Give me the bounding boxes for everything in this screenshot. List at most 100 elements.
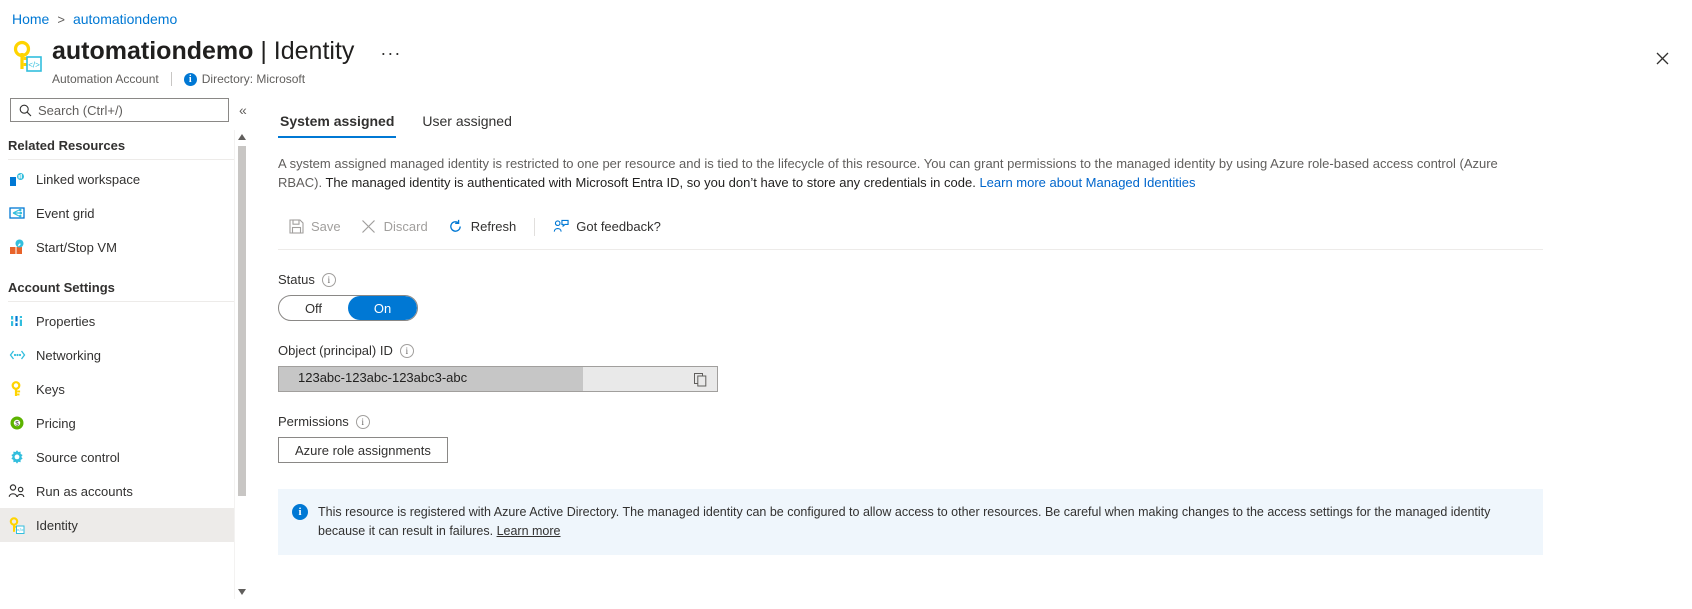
save-icon bbox=[288, 219, 304, 235]
sidebar-item-label: Identity bbox=[36, 518, 78, 533]
sidebar-item-linked-workspace[interactable]: Linked workspace bbox=[0, 162, 248, 196]
status-label-row: Status i bbox=[278, 272, 1692, 287]
page-title-pipe: | bbox=[253, 37, 273, 65]
svg-text:</>: </> bbox=[17, 527, 24, 532]
sidebar-scrollbar[interactable] bbox=[234, 130, 248, 599]
close-blade-button[interactable] bbox=[1648, 44, 1676, 72]
start-stop-vm-icon bbox=[8, 238, 26, 256]
sidebar-item-properties[interactable]: Properties bbox=[0, 304, 248, 338]
blade-body: « Related Resources Linked workspace bbox=[0, 92, 1692, 599]
refresh-label: Refresh bbox=[471, 219, 517, 234]
page-title: automationdemo | Identity bbox=[52, 36, 354, 66]
got-feedback-button[interactable]: Got feedback? bbox=[543, 212, 671, 242]
object-id-info-icon[interactable]: i bbox=[400, 344, 414, 358]
sidebar-item-label: Keys bbox=[36, 382, 65, 397]
refresh-button[interactable]: Refresh bbox=[438, 212, 527, 242]
sidebar-item-label: Event grid bbox=[36, 206, 95, 221]
status-toggle[interactable]: Off On bbox=[278, 295, 418, 321]
sidebar-item-event-grid[interactable]: Event grid bbox=[0, 196, 248, 230]
banner-text: This resource is registered with Azure A… bbox=[318, 505, 1490, 538]
tab-system-assigned[interactable]: System assigned bbox=[278, 113, 396, 138]
page-subtitle: Automation Account i Directory: Microsof… bbox=[52, 70, 354, 88]
pricing-icon: $ bbox=[8, 414, 26, 432]
permissions-label: Permissions bbox=[278, 414, 349, 429]
resource-type-label: Automation Account bbox=[52, 72, 159, 86]
identity-icon: </> bbox=[8, 516, 26, 534]
copy-object-id-button[interactable] bbox=[683, 367, 717, 391]
event-grid-icon bbox=[8, 204, 26, 222]
sidebar-item-pricing[interactable]: $ Pricing bbox=[0, 406, 248, 440]
sidebar-item-networking[interactable]: Networking bbox=[0, 338, 248, 372]
sidebar-search-row: « bbox=[0, 92, 248, 122]
sidebar-item-start-stop-vm[interactable]: Start/Stop VM bbox=[0, 230, 248, 264]
object-id-label: Object (principal) ID bbox=[278, 343, 393, 358]
discard-icon bbox=[361, 219, 377, 235]
status-toggle-off-option[interactable]: Off bbox=[279, 296, 348, 320]
breadcrumb-home-link[interactable]: Home bbox=[12, 11, 49, 27]
sidebar-item-source-control[interactable]: Source control bbox=[0, 440, 248, 474]
status-label: Status bbox=[278, 272, 315, 287]
sidebar-divider bbox=[8, 159, 238, 160]
banner-info-icon: i bbox=[292, 504, 308, 520]
sidebar-item-label: Pricing bbox=[36, 416, 76, 431]
page-title-section: Identity bbox=[274, 37, 355, 65]
object-id-field[interactable]: 123abc-123abc-123abc3-abc bbox=[278, 366, 718, 392]
scroll-down-arrow-icon[interactable] bbox=[235, 585, 248, 599]
got-feedback-label: Got feedback? bbox=[576, 219, 661, 234]
page-title-resource: automationdemo bbox=[52, 37, 253, 65]
sidebar-item-label: Linked workspace bbox=[36, 172, 140, 187]
identity-tabs: System assigned User assigned bbox=[278, 100, 1692, 138]
sidebar-group-title-related-resources: Related Resources bbox=[0, 122, 248, 159]
properties-icon bbox=[8, 312, 26, 330]
identity-description: A system assigned managed identity is re… bbox=[278, 154, 1528, 192]
object-id-value: 123abc-123abc-123abc3-abc bbox=[298, 370, 467, 385]
networking-icon bbox=[8, 346, 26, 364]
collapse-sidebar-button[interactable]: « bbox=[239, 102, 247, 118]
linked-workspace-icon bbox=[8, 170, 26, 188]
main-content: System assigned User assigned A system a… bbox=[248, 92, 1692, 599]
run-as-accounts-icon bbox=[8, 482, 26, 500]
page-header: </> automationdemo | Identity Automation… bbox=[0, 30, 1692, 92]
sidebar-item-identity[interactable]: </> Identity bbox=[0, 508, 248, 542]
description-line-1: A system assigned managed identity is re… bbox=[278, 156, 1456, 171]
status-toggle-on-option[interactable]: On bbox=[348, 296, 417, 320]
banner-learn-more-link[interactable]: Learn more bbox=[497, 524, 561, 538]
breadcrumb-separator-icon: > bbox=[57, 12, 65, 27]
search-input[interactable] bbox=[38, 100, 228, 120]
permissions-info-icon[interactable]: i bbox=[356, 415, 370, 429]
subtitle-divider bbox=[171, 72, 172, 86]
sidebar-item-label: Run as accounts bbox=[36, 484, 133, 499]
info-icon: i bbox=[184, 73, 197, 86]
sidebar-item-run-as-accounts[interactable]: Run as accounts bbox=[0, 474, 248, 508]
scroll-up-arrow-icon[interactable] bbox=[235, 130, 248, 144]
learn-more-managed-identities-link[interactable]: Learn more about Managed Identities bbox=[979, 175, 1195, 190]
sidebar-item-keys[interactable]: Keys bbox=[0, 372, 248, 406]
save-button[interactable]: Save bbox=[278, 212, 351, 242]
svg-text:</>: </> bbox=[28, 61, 40, 70]
sidebar-item-label: Source control bbox=[36, 450, 120, 465]
command-bar-separator bbox=[534, 218, 535, 236]
breadcrumb-current-link[interactable]: automationdemo bbox=[73, 11, 177, 27]
discard-button[interactable]: Discard bbox=[351, 212, 438, 242]
search-box[interactable] bbox=[10, 98, 229, 122]
status-info-icon[interactable]: i bbox=[322, 273, 336, 287]
sidebar-scroll-thumb[interactable] bbox=[238, 146, 246, 496]
directory-label: Directory: Microsoft bbox=[202, 72, 305, 86]
source-control-icon bbox=[8, 448, 26, 466]
sidebar: « Related Resources Linked workspace bbox=[0, 92, 248, 599]
object-id-field-wrapper: 123abc-123abc-123abc3-abc bbox=[278, 366, 718, 392]
description-line-2-emphasis: The managed identity is authenticated wi… bbox=[325, 175, 975, 190]
sidebar-item-label: Networking bbox=[36, 348, 101, 363]
search-icon bbox=[19, 104, 32, 117]
sidebar-group-title-account-settings: Account Settings bbox=[0, 264, 248, 301]
tab-user-assigned[interactable]: User assigned bbox=[420, 113, 514, 138]
feedback-person-icon bbox=[553, 219, 569, 235]
banner-text-wrapper: This resource is registered with Azure A… bbox=[318, 503, 1527, 541]
info-banner: i This resource is registered with Azure… bbox=[278, 489, 1543, 555]
save-label: Save bbox=[311, 219, 341, 234]
refresh-icon bbox=[448, 219, 464, 235]
more-options-button[interactable]: ··· bbox=[380, 48, 401, 58]
sidebar-item-label: Start/Stop VM bbox=[36, 240, 117, 255]
permissions-label-row: Permissions i bbox=[278, 414, 1692, 429]
azure-role-assignments-button[interactable]: Azure role assignments bbox=[278, 437, 448, 463]
